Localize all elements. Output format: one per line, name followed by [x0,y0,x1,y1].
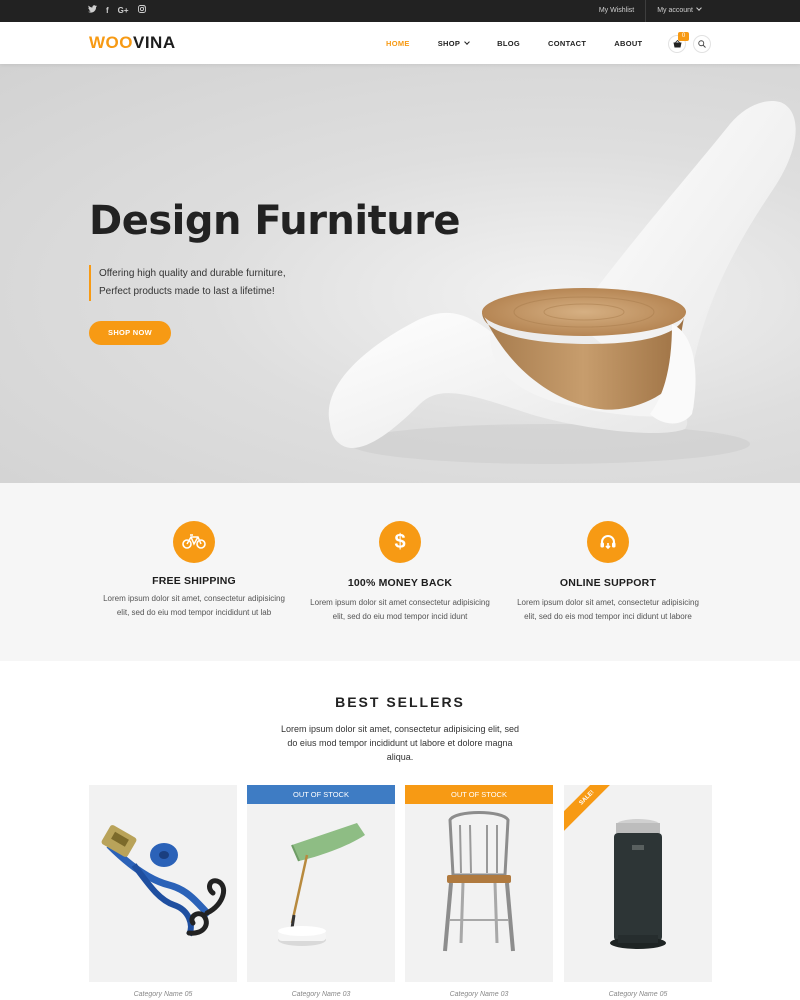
logo-part-2: VINA [133,33,176,52]
dollar-icon: $ [379,521,421,563]
metal-chair-image [443,811,515,952]
nav-about[interactable]: ABOUT [614,39,642,48]
feature-description: Lorem ipsum dolor sit amet consectetur a… [295,596,505,624]
hero-title: Design Furniture [89,198,461,244]
ratchet-strap-image [101,825,227,937]
feature-description-line-1: Lorem ipsum dolor sit amet, consectetur … [103,594,285,603]
account-dropdown[interactable]: My account [646,0,712,22]
search-icon [698,40,706,48]
features-section: FREE SHIPPING Lorem ipsum dolor sit amet… [0,483,800,661]
chaise-lounge-image [328,100,796,464]
top-bar: f G+ My Wishlist My account [0,0,800,22]
hero-subtitle-line-2: Perfect products made to last a lifetime… [99,286,275,297]
nav-shop-label: SHOP [437,38,461,48]
search-button[interactable] [693,35,711,53]
product-category[interactable]: Category Name 03 [405,991,553,998]
feature-title: ONLINE SUPPORT [559,577,657,589]
hero-subtitle: Offering high quality and durable furnit… [89,265,286,301]
product-category[interactable]: Category Name 05 [89,991,237,998]
section-description-line-1: Lorem ipsum dolor sit amet, consectetur … [280,724,520,734]
hero-banner: Design Furniture Offering high quality a… [0,64,800,483]
product-card[interactable]: OUT OF STOCK [405,785,553,982]
feature-description-line-2: elit, sed do eiu mod tempor incid idunt [332,612,468,621]
product-card[interactable] [89,785,237,982]
instagram-icon[interactable] [137,0,146,22]
product-category[interactable]: Category Name 03 [247,991,395,998]
bicycle-icon [173,521,215,563]
facebook-icon[interactable]: f [106,0,109,22]
nav-shop[interactable]: SHOP [437,38,471,48]
nav-home[interactable]: HOME [386,39,410,48]
feature-title: 100% MONEY BACK [347,577,453,589]
cart-count-badge: 0 [678,32,689,41]
feature-title: FREE SHIPPING [152,575,236,587]
main-nav: HOME SHOP BLOG CONTACT ABOUT [386,22,670,64]
feature-description-line-2: elit, sed do eiu mod tempor incididunt u… [116,608,272,617]
out-of-stock-badge: OUT OF STOCK [405,785,553,804]
google-plus-icon[interactable]: G+ [118,0,129,22]
out-of-stock-badge: OUT OF STOCK [247,785,395,804]
section-description: Lorem ipsum dolor sit amet, consectetur … [270,722,530,764]
feature-description-line-2: elit, sed do eis mod tempor inci didunt … [524,612,692,621]
feature-description: Lorem ipsum dolor sit amet, consectetur … [503,596,713,624]
product-card[interactable]: OUT OF STOCK [247,785,395,982]
chevron-down-icon [696,5,702,11]
logo[interactable]: WOOVINA [89,33,176,53]
section-description-line-2: do eius mod tempor incididunt ut labore … [287,738,513,748]
logo-part-1: WOO [89,33,133,52]
hero-subtitle-line-1: Offering high quality and durable furnit… [99,268,286,279]
nav-contact[interactable]: CONTACT [548,39,586,48]
desk-lamp-image [278,823,365,946]
section-description-line-3: aliqua. [386,752,414,762]
feature-description-line-1: Lorem ipsum dolor sit amet consectetur a… [310,598,490,607]
social-links: f G+ [88,0,146,22]
pedal-bin-image [610,819,666,949]
twitter-icon[interactable] [88,0,97,22]
product-card[interactable]: SALE! [564,785,712,982]
headset-icon [587,521,629,563]
chevron-down-icon [464,38,471,45]
nav-blog[interactable]: BLOG [497,39,520,48]
product-category[interactable]: Category Name 05 [564,991,712,998]
section-title: BEST SELLERS [335,694,465,710]
feature-description-line-1: Lorem ipsum dolor sit amet, consectetur … [517,598,699,607]
account-links: My Wishlist My account [588,0,712,22]
basket-icon [673,40,681,48]
feature-description: Lorem ipsum dolor sit amet, consectetur … [89,592,299,620]
shop-now-button[interactable]: SHOP NOW [89,321,171,345]
wishlist-link[interactable]: My Wishlist [588,0,645,22]
account-label: My account [657,7,693,14]
